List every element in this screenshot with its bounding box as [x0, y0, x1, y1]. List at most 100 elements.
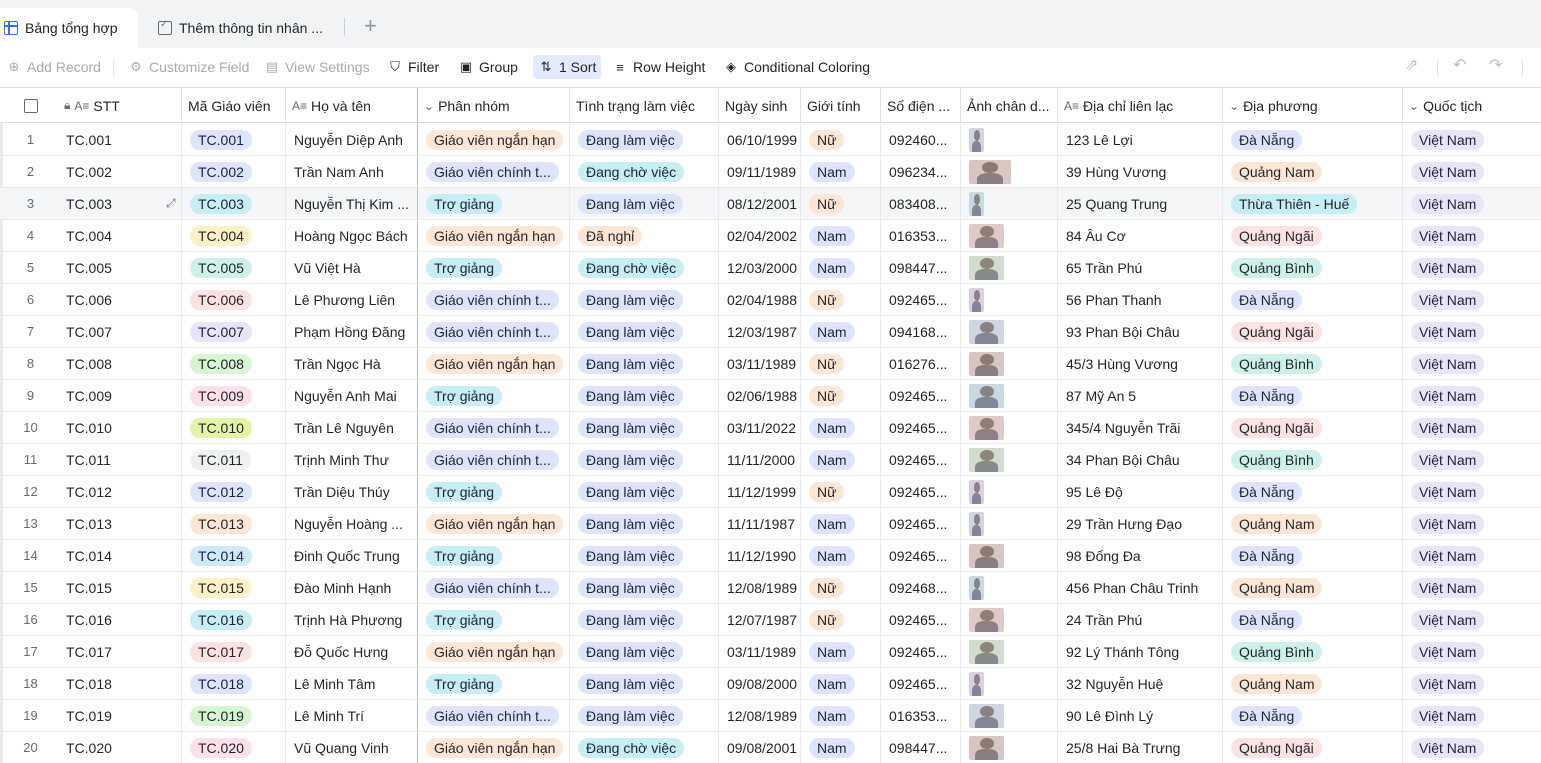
portrait-thumbnail-image[interactable]	[969, 351, 1004, 376]
cell-sdt[interactable]: 094168...	[881, 316, 961, 347]
cell-sdt[interactable]: 083408...	[881, 188, 961, 219]
cell-stt[interactable]: TC.016	[58, 604, 182, 635]
expand-record-icon[interactable]: ⤢	[166, 196, 176, 211]
cell-ma[interactable]: TC.008	[182, 348, 286, 379]
table-row[interactable]: 19 TC.019 TC.019 Lê Minh Trí Giáo viên chính…	[0, 700, 1541, 732]
cell-ten[interactable]: Trần Ngọc Hà	[286, 348, 418, 379]
cell-nhom[interactable]: Giáo viên chính t...	[418, 572, 570, 603]
cell-sdt[interactable]: 016353...	[881, 700, 961, 731]
cell-quoctich[interactable]: Việt Nam	[1403, 668, 1541, 699]
cell-diachi[interactable]: 65 Trần Phú	[1058, 252, 1223, 283]
column-header-tinh-trang[interactable]: Tình trạng làm việc	[570, 88, 719, 123]
cell-gioitinh[interactable]: Nam	[801, 156, 881, 187]
cell-gioitinh[interactable]: Nam	[801, 732, 881, 763]
cell-sdt[interactable]: 096234...	[881, 156, 961, 187]
table-row[interactable]: 17 TC.017 TC.017 Đỗ Quốc Hưng Giáo viên ngắn…	[0, 636, 1541, 668]
cell-ngaysinh[interactable]: 09/11/1989	[719, 156, 801, 187]
cell-gioitinh[interactable]: Nam	[801, 636, 881, 667]
cell-diaphuong[interactable]: Quảng Ngãi	[1223, 316, 1403, 347]
cell-diaphuong[interactable]: Thừa Thiên - Huế	[1223, 188, 1403, 219]
cell-ngaysinh[interactable]: 03/11/1989	[719, 348, 801, 379]
cell-idx[interactable]: 8	[3, 348, 58, 379]
cell-quoctich[interactable]: Việt Nam	[1403, 348, 1541, 379]
cell-tinhtrang[interactable]: Đang chờ việc	[570, 156, 719, 187]
cell-ma[interactable]: TC.010	[182, 412, 286, 443]
cell-diachi[interactable]: 34 Phan Bội Châu	[1058, 444, 1223, 475]
cell-photo[interactable]	[961, 668, 1058, 699]
cell-photo[interactable]	[961, 220, 1058, 251]
portrait-thumbnail-image[interactable]	[969, 191, 984, 216]
portrait-thumbnail-image[interactable]	[969, 287, 984, 312]
cell-idx[interactable]: 19	[3, 700, 58, 731]
cell-sdt[interactable]: 092465...	[881, 476, 961, 507]
cell-nhom[interactable]: Giáo viên ngắn hạn	[418, 124, 570, 155]
cell-idx[interactable]: 14	[3, 540, 58, 571]
table-row[interactable]: 13 TC.013 TC.013 Nguyễn Hoàng ... Giáo viên …	[0, 508, 1541, 540]
cell-photo[interactable]	[961, 444, 1058, 475]
cell-diachi[interactable]: 25 Quang Trung	[1058, 188, 1223, 219]
cell-ma[interactable]: TC.009	[182, 380, 286, 411]
table-row[interactable]: 6 TC.006 TC.006 Lê Phương Liên Giáo viên chí…	[0, 284, 1541, 316]
cell-quoctich[interactable]: Việt Nam	[1403, 252, 1541, 283]
portrait-thumbnail-image[interactable]	[969, 479, 984, 504]
cell-tinhtrang[interactable]: Đang làm việc	[570, 124, 719, 155]
portrait-thumbnail-image[interactable]	[969, 671, 984, 696]
cell-ma[interactable]: TC.007	[182, 316, 286, 347]
cell-ten[interactable]: Vũ Quang Vinh	[286, 732, 418, 763]
cell-nhom[interactable]: Trợ giảng	[418, 668, 570, 699]
cell-photo[interactable]	[961, 476, 1058, 507]
cell-ngaysinh[interactable]: 06/10/1999	[719, 124, 801, 155]
cell-ngaysinh[interactable]: 09/08/2001	[719, 732, 801, 763]
cell-diachi[interactable]: 345/4 Nguyễn Trãi	[1058, 412, 1223, 443]
portrait-thumbnail-image[interactable]	[969, 447, 1004, 472]
cell-idx[interactable]: 12	[3, 476, 58, 507]
cell-ma[interactable]: TC.019	[182, 700, 286, 731]
cell-tinhtrang[interactable]: Đang làm việc	[570, 540, 719, 571]
table-row[interactable]: 14 TC.014 TC.014 Đinh Quốc Trung Trợ giảng Đa…	[0, 540, 1541, 572]
cell-diaphuong[interactable]: Đà Nẵng	[1223, 476, 1403, 507]
cell-nhom[interactable]: Giáo viên ngắn hạn	[418, 348, 570, 379]
cell-nhom[interactable]: Trợ giảng	[418, 188, 570, 219]
cell-quoctich[interactable]: Việt Nam	[1403, 316, 1541, 347]
cell-ma[interactable]: TC.020	[182, 732, 286, 763]
cell-sdt[interactable]: 092465...	[881, 604, 961, 635]
tab-them-thong-tin[interactable]: Thêm thông tin nhân ...	[156, 8, 323, 48]
cell-nhom[interactable]: Giáo viên ngắn hạn	[418, 220, 570, 251]
cell-idx[interactable]: 18	[3, 668, 58, 699]
cell-nhom[interactable]: Giáo viên ngắn hạn	[418, 636, 570, 667]
cell-diaphuong[interactable]: Quảng Ngãi	[1223, 220, 1403, 251]
cell-ngaysinh[interactable]: 02/06/1988	[719, 380, 801, 411]
cell-diachi[interactable]: 84 Âu Cơ	[1058, 220, 1223, 251]
cell-ngaysinh[interactable]: 09/08/2000	[719, 668, 801, 699]
table-row[interactable]: 18 TC.018 TC.018 Lê Minh Tâm Trợ giảng Đang l…	[0, 668, 1541, 700]
cell-quoctich[interactable]: Việt Nam	[1403, 284, 1541, 315]
cell-ma[interactable]: TC.006	[182, 284, 286, 315]
cell-diaphuong[interactable]: Quảng Bình	[1223, 252, 1403, 283]
cell-ma[interactable]: TC.005	[182, 252, 286, 283]
cell-nhom[interactable]: Giáo viên chính t...	[418, 412, 570, 443]
cell-diaphuong[interactable]: Quảng Nam	[1223, 508, 1403, 539]
cell-gioitinh[interactable]: Nam	[801, 508, 881, 539]
cell-diachi[interactable]: 24 Trần Phú	[1058, 604, 1223, 635]
cell-photo[interactable]	[961, 252, 1058, 283]
cell-nhom[interactable]: Trợ giảng	[418, 252, 570, 283]
view-settings-button[interactable]: ▤ View Settings	[264, 55, 370, 79]
cell-gioitinh[interactable]: Nam	[801, 668, 881, 699]
cell-sdt[interactable]: 092460...	[881, 124, 961, 155]
cell-quoctich[interactable]: Việt Nam	[1403, 124, 1541, 155]
cell-diachi[interactable]: 29 Trần Hưng Đạo	[1058, 508, 1223, 539]
cell-photo[interactable]	[961, 604, 1058, 635]
cell-ngaysinh[interactable]: 12/08/1989	[719, 572, 801, 603]
cell-ten[interactable]: Hoàng Ngọc Bách	[286, 220, 418, 251]
table-row[interactable]: 10 TC.010 TC.010 Trần Lê Nguyên Giáo viên ch…	[0, 412, 1541, 444]
cell-photo[interactable]	[961, 316, 1058, 347]
sort-button[interactable]: ⇅ 1 Sort	[533, 55, 602, 79]
cell-tinhtrang[interactable]: Đang làm việc	[570, 700, 719, 731]
table-row[interactable]: 4 TC.004 TC.004 Hoàng Ngọc Bách Giáo viên ng…	[0, 220, 1541, 252]
portrait-thumbnail-image[interactable]	[969, 575, 984, 600]
cell-diaphuong[interactable]: Đà Nẵng	[1223, 700, 1403, 731]
column-header-ngay-sinh[interactable]: Ngày sinh	[719, 88, 801, 123]
cell-quoctich[interactable]: Việt Nam	[1403, 508, 1541, 539]
table-row[interactable]: 1 TC.001 TC.001 Nguyễn Diệp Anh Giáo viên ng…	[0, 124, 1541, 156]
portrait-thumbnail-image[interactable]	[969, 703, 1004, 728]
